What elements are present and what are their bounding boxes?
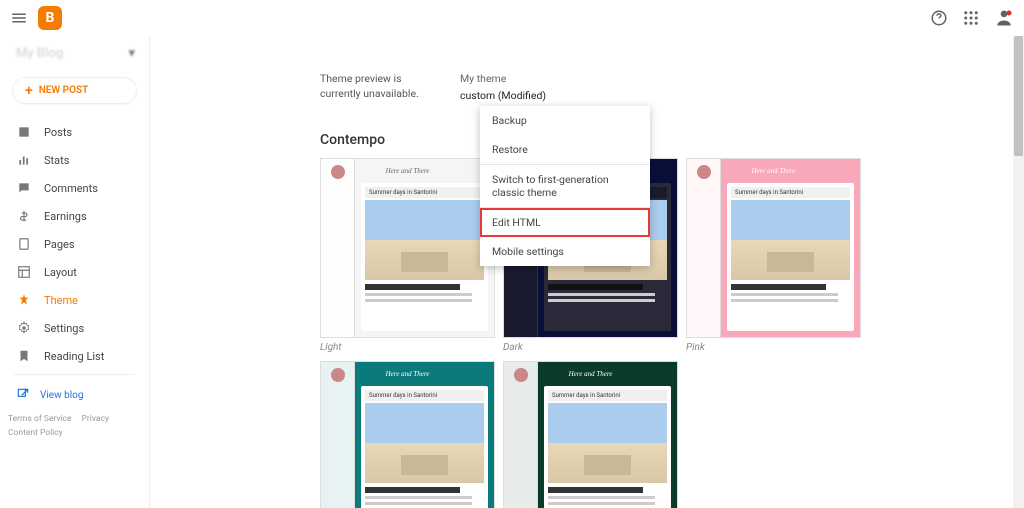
preview-unavailable: Theme preview is currently unavailable. [320,72,430,102]
content-policy-link[interactable]: Content Policy [0,426,149,440]
posts-icon [16,125,32,139]
sidebar-item-stats[interactable]: Stats [0,146,149,174]
blog-selector[interactable]: My Blog ▾ [0,40,149,71]
menu-item-mobile-settings[interactable]: Mobile settings [480,237,650,266]
sidebar-label: Comments [44,182,98,195]
divider [14,374,135,375]
sidebar-label: Reading List [44,350,104,363]
sidebar-item-theme[interactable]: Theme [0,286,149,314]
theme-name: Pink [686,338,861,353]
legal-links: Terms of Service Privacy [0,412,149,426]
top-bar: B [0,0,1024,36]
theme-name: Dark [503,338,678,353]
my-theme-label: My theme [460,72,546,85]
scrollbar-thumb[interactable] [1014,36,1023,156]
menu-item-backup[interactable]: Backup [480,106,650,135]
layout-icon [16,265,32,279]
theme-name: Light [320,338,495,353]
theme-card-light[interactable]: Here and ThereSummer days in SantoriniLi… [320,158,495,353]
earnings-icon [16,209,32,223]
blog-name: My Blog [16,46,63,61]
sidebar-label: Layout [44,266,77,279]
terms-link[interactable]: Terms of Service [8,414,72,424]
theme-card-teal[interactable]: Here and ThereSummer days in SantoriniTe… [320,361,495,508]
sidebar-label: Settings [44,322,84,335]
top-bar-left: B [10,6,62,30]
menu-item-switch-to-first-generation-classic-theme[interactable]: Switch to first-generation classic theme [480,165,650,207]
logo-letter: B [46,10,55,26]
external-link-icon [16,387,30,404]
sidebar-item-posts[interactable]: Posts [0,118,149,146]
sidebar-item-comments[interactable]: Comments [0,174,149,202]
sidebar-nav: Posts Stats Comments Earnings Pages Layo… [0,118,149,370]
plus-icon: + [25,86,33,96]
theme-preview-row: Theme preview is currently unavailable. … [190,36,984,112]
privacy-link[interactable]: Privacy [82,414,109,424]
scrollbar[interactable] [1013,36,1024,508]
sidebar-item-reading-list[interactable]: Reading List [0,342,149,370]
stats-icon [16,153,32,167]
sidebar-label: Posts [44,126,72,139]
section-title: Contempo [320,132,984,148]
theme-card-pink[interactable]: Here and ThereSummer days in SantoriniPi… [686,158,861,353]
reading-list-icon [16,349,32,363]
sidebar-label: Stats [44,154,69,167]
sidebar-item-settings[interactable]: Settings [0,314,149,342]
blogger-logo[interactable]: B [38,6,62,30]
theme-thumb: Here and ThereSummer days in Santorini [320,361,495,508]
sidebar-item-layout[interactable]: Layout [0,258,149,286]
view-blog-label: View blog [40,390,83,401]
theme-card-green[interactable]: Here and ThereSummer days in SantoriniGr… [503,361,678,508]
my-theme-block: My theme custom (Modified) [460,72,546,102]
sidebar-label: Pages [44,238,75,251]
new-post-button[interactable]: + NEW POST [12,77,137,104]
sidebar-label: Earnings [44,210,87,223]
top-bar-right [930,8,1014,28]
sidebar-item-earnings[interactable]: Earnings [0,202,149,230]
theme-actions-menu: BackupRestoreSwitch to first-generation … [480,106,650,266]
comments-icon [16,181,32,195]
theme-thumb: Here and ThereSummer days in Santorini [320,158,495,338]
menu-icon[interactable] [10,9,28,27]
theme-thumb: Here and ThereSummer days in Santorini [686,158,861,338]
theme-icon [16,293,32,307]
user-avatar[interactable] [994,8,1014,28]
sidebar-label: Theme [44,294,78,307]
help-icon[interactable] [930,9,948,27]
apps-icon[interactable] [962,9,980,27]
sidebar-item-pages[interactable]: Pages [0,230,149,258]
theme-thumb: Here and ThereSummer days in Santorini [503,361,678,508]
my-theme-value: custom (Modified) [460,89,546,102]
sidebar: My Blog ▾ + NEW POST Posts Stats Comment… [0,36,150,508]
settings-icon [16,321,32,335]
pages-icon [16,237,32,251]
menu-item-restore[interactable]: Restore [480,135,650,164]
new-post-label: NEW POST [39,85,89,96]
chevron-down-icon: ▾ [128,46,135,61]
view-blog-link[interactable]: View blog [0,379,149,412]
menu-item-edit-html[interactable]: Edit HTML [480,208,650,237]
